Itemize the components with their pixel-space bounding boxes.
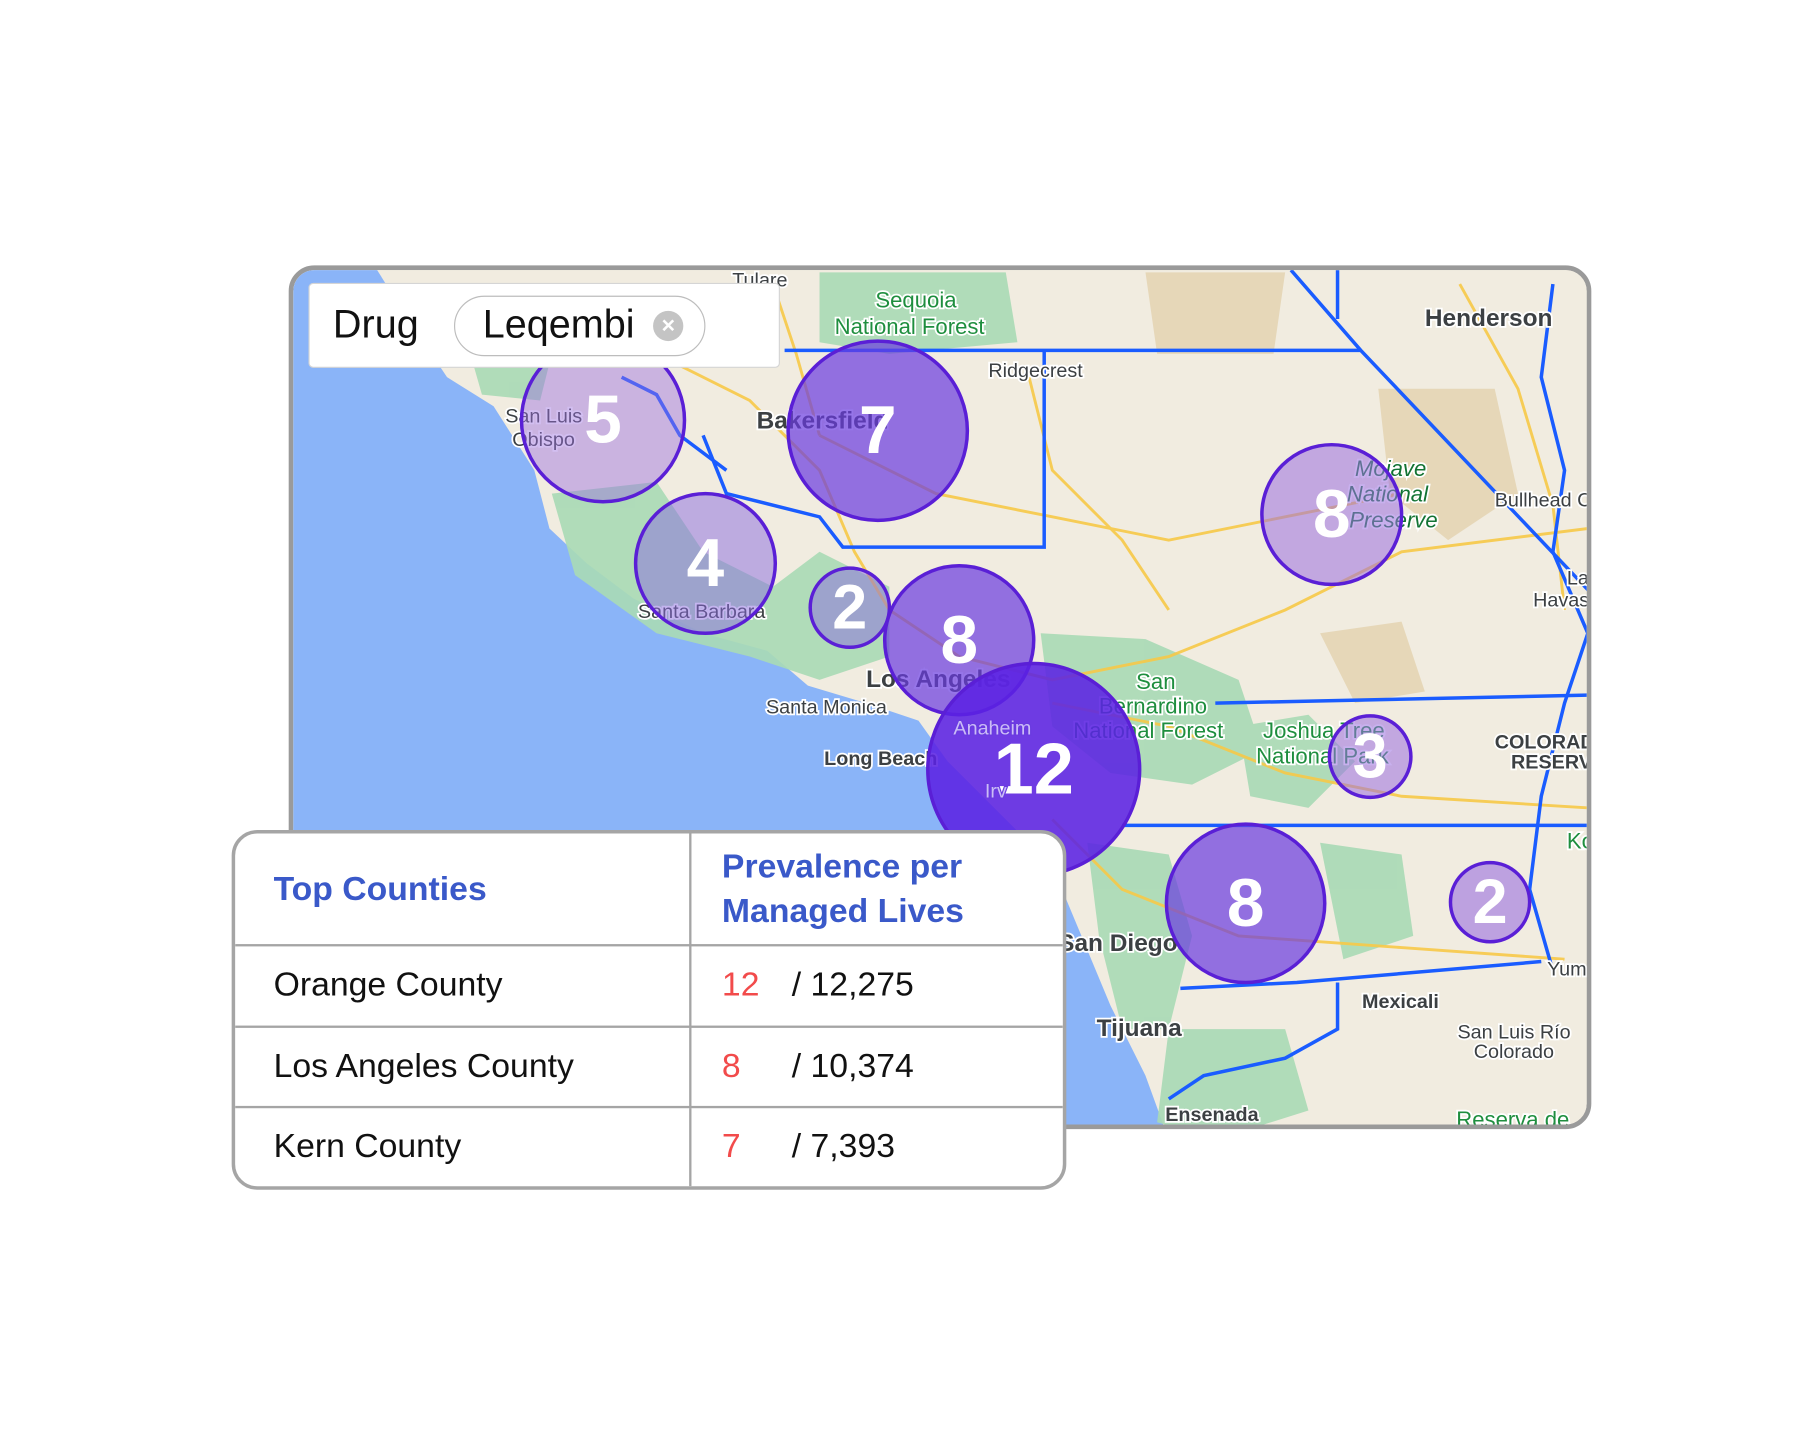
drug-chip[interactable]: Leqembi ×	[453, 295, 706, 356]
bubble-count: 5	[584, 383, 622, 458]
case-count: 12	[721, 966, 760, 1004]
label-santa-monica: Santa Monica	[766, 697, 887, 719]
drug-filter: Drug Leqembi ×	[308, 282, 780, 368]
case-count: 7	[721, 1128, 741, 1166]
county-name: Kern County	[235, 1107, 692, 1187]
close-circle-icon[interactable]: ×	[653, 310, 684, 341]
managed-lives: / 7,393	[791, 1128, 896, 1166]
county-name: Orange County	[235, 945, 692, 1028]
label-ridgecrest: Ridgecrest	[988, 360, 1083, 382]
table-header-row: Top Counties Prevalence per Managed Live…	[235, 833, 1063, 947]
label-tijuana: Tijuana	[1097, 1015, 1183, 1042]
label-havas: Havas	[1533, 589, 1589, 611]
bubble-santa-barbara[interactable]: 4	[633, 491, 778, 636]
label-anaheim: Anaheim	[953, 718, 1031, 740]
label-slrc-2: Colorado	[1474, 1041, 1554, 1063]
bubble-joshua-tree[interactable]: 3	[1327, 714, 1413, 800]
bubble-count: 2	[832, 573, 867, 643]
label-sb-1: San	[1136, 669, 1175, 694]
bubble-count: 7	[859, 393, 897, 468]
label-yuma: Yuma	[1547, 959, 1591, 981]
bubble-mojave[interactable]: 8	[1260, 442, 1404, 587]
bubble-san-diego[interactable]: 8	[1164, 822, 1327, 985]
bubble-imperial[interactable]: 2	[1448, 860, 1532, 944]
label-mexicali: Mexicali	[1362, 991, 1439, 1013]
label-ko: Ko	[1567, 829, 1591, 854]
header-top-counties: Top Counties	[235, 833, 692, 947]
label-irvine: Irv	[985, 780, 1007, 802]
label-san-diego: San Diego	[1058, 930, 1178, 957]
table-row: Los Angeles County 8 / 10,374	[235, 1026, 1063, 1109]
label-reserva: Reserva de	[1456, 1107, 1569, 1129]
header-prevalence: Prevalence per Managed Lives	[690, 833, 1063, 947]
label-henderson: Henderson	[1425, 305, 1553, 332]
bubble-count: 4	[687, 526, 725, 601]
managed-lives: / 10,374	[791, 1047, 914, 1085]
label-sequoia-2: National Forest	[835, 314, 985, 339]
bubble-count: 8	[1313, 477, 1351, 552]
bubble-count: 3	[1353, 722, 1388, 792]
bubble-count: 8	[1227, 866, 1265, 941]
label-long-beach: Long Beach	[824, 748, 937, 770]
bubble-bakersfield[interactable]: 7	[786, 339, 970, 523]
label-lak: Lak	[1567, 567, 1591, 589]
table-row: Kern County 7 / 7,393	[235, 1107, 1063, 1187]
label-colorado-2: RESERVA	[1511, 751, 1591, 773]
top-counties-table: Top Counties Prevalence per Managed Live…	[231, 830, 1067, 1190]
bubble-count: 8	[940, 603, 978, 678]
bubble-ventura[interactable]: 2	[808, 566, 892, 649]
county-name: Los Angeles County	[235, 1026, 692, 1109]
label-slrc-1: San Luis Río	[1457, 1021, 1570, 1043]
case-count: 8	[721, 1047, 741, 1085]
drug-filter-label: Drug	[332, 302, 419, 347]
label-bullhead: Bullhead C	[1495, 489, 1592, 511]
drug-chip-value: Leqembi	[482, 302, 635, 347]
managed-lives: / 12,275	[791, 966, 914, 1004]
bubble-count: 2	[1473, 867, 1508, 937]
table-row: Orange County 12 / 12,275	[235, 945, 1063, 1028]
label-ensenada: Ensenada	[1165, 1104, 1259, 1126]
label-sequoia-1: Sequoia	[875, 287, 957, 312]
label-colorado-1: COLORADO	[1495, 732, 1592, 754]
